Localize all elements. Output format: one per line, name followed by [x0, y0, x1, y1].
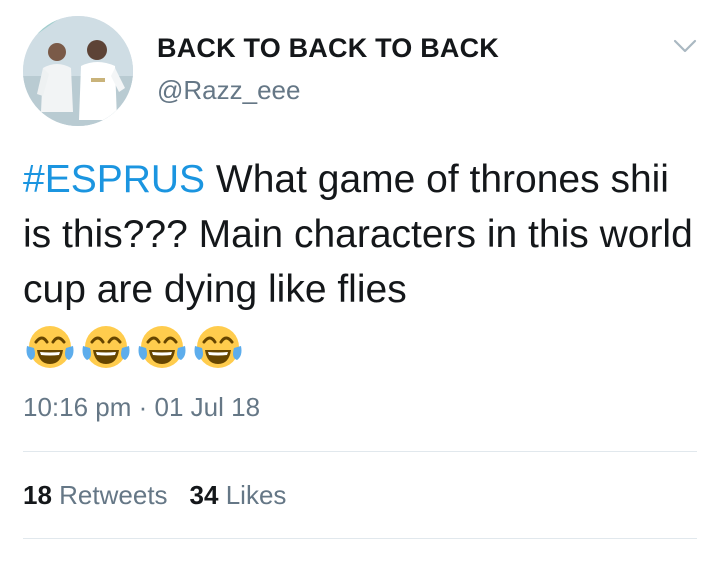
likes-count: 34	[189, 480, 219, 510]
hashtag-link[interactable]: #ESPRUS	[23, 158, 205, 201]
divider	[23, 451, 697, 452]
avatar[interactable]	[23, 16, 133, 126]
emoji-row	[23, 320, 245, 376]
retweets-label: Retweets	[59, 480, 168, 510]
face-with-tears-of-joy-emoji	[194, 326, 242, 368]
retweets-count: 18	[23, 480, 52, 510]
likes-label: Likes	[225, 480, 287, 510]
tweet-timestamp[interactable]: 10:16 pm · 01 Jul 18	[23, 392, 260, 423]
chevron-down-icon[interactable]	[672, 36, 698, 56]
engagement-stats: 18 Retweets 34 Likes	[23, 480, 308, 511]
user-handle[interactable]: @Razz_eee	[157, 75, 300, 106]
face-with-tears-of-joy-emoji	[138, 326, 186, 368]
display-name[interactable]: BACK TO BACK TO BACK	[157, 33, 499, 64]
likes-stat[interactable]: 34 Likes	[190, 480, 287, 510]
face-with-tears-of-joy-emoji	[26, 326, 74, 368]
avatar-photo	[23, 16, 133, 126]
retweets-stat[interactable]: 18 Retweets	[23, 480, 168, 510]
tweet-card: BACK TO BACK TO BACK @Razz_eee #ESPRUS W…	[0, 0, 720, 564]
face-with-tears-of-joy-emoji	[82, 326, 130, 368]
tweet-text: #ESPRUS What game of thrones shii is thi…	[23, 152, 703, 317]
divider	[23, 538, 697, 539]
